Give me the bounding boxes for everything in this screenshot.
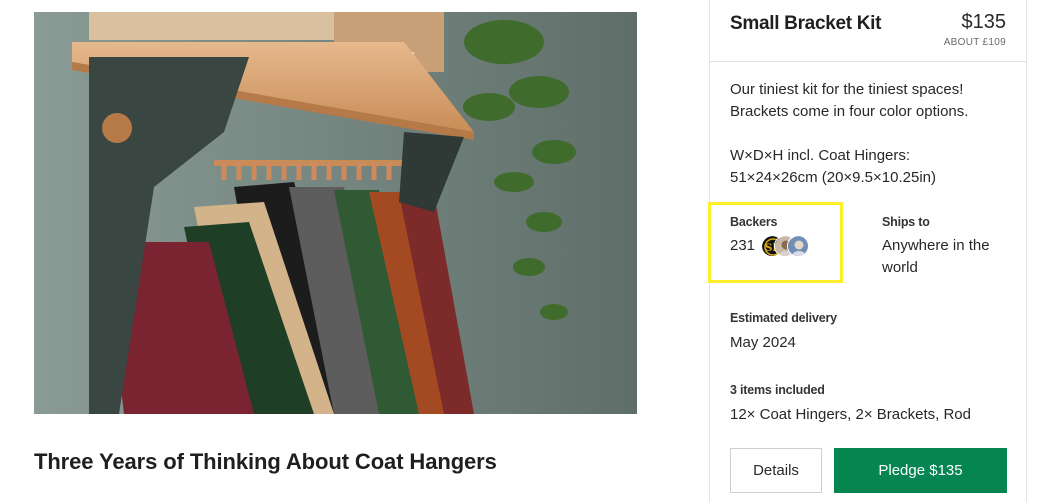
dimensions-value: 51×24×26cm (20×9.5×10.25in) bbox=[730, 169, 936, 186]
pledge-button[interactable]: Pledge $135 bbox=[834, 448, 1007, 493]
backers-label: Backers bbox=[730, 215, 778, 229]
details-button[interactable]: Details bbox=[730, 448, 822, 493]
backers-count: 231 bbox=[730, 237, 756, 254]
product-photo[interactable] bbox=[34, 12, 637, 414]
included-items-section: 3 items included 12× Coat Hingers, 2× Br… bbox=[730, 383, 971, 426]
reward-description: Our tiniest kit for the tiniest spaces! … bbox=[730, 81, 969, 120]
reward-card: Small Bracket Kit $135 ABOUT £109 Our ti… bbox=[709, 0, 1027, 502]
ships-to-section: Ships to Anywhere in the world bbox=[882, 215, 1012, 279]
reward-dimensions: W×D×H incl. Coat Hingers: 51×24×26cm (20… bbox=[730, 145, 1015, 189]
delivery-section: Estimated delivery May 2024 bbox=[730, 311, 837, 354]
reward-price: $135 bbox=[961, 11, 1007, 33]
ships-to-label: Ships to bbox=[882, 215, 930, 229]
backers-section: Backers 231 SB bbox=[730, 215, 810, 257]
included-items-label: 3 items included bbox=[730, 383, 825, 397]
coat-rack-illustration bbox=[34, 12, 637, 414]
reward-title: Small Bracket Kit bbox=[730, 13, 882, 34]
post-title[interactable]: Three Years of Thinking About Coat Hange… bbox=[34, 449, 497, 475]
avatar-person-icon bbox=[787, 235, 810, 257]
delivery-value: May 2024 bbox=[730, 334, 796, 351]
included-items-value: 12× Coat Hingers, 2× Brackets, Rod bbox=[730, 406, 971, 423]
card-divider bbox=[710, 61, 1026, 62]
reward-price-converted: ABOUT £109 bbox=[943, 37, 1006, 48]
delivery-label: Estimated delivery bbox=[730, 311, 837, 325]
ships-to-value: Anywhere in the world bbox=[882, 237, 990, 276]
dimensions-label: W×D×H incl. Coat Hingers: bbox=[730, 147, 911, 164]
backer-avatars: SB bbox=[761, 235, 810, 257]
